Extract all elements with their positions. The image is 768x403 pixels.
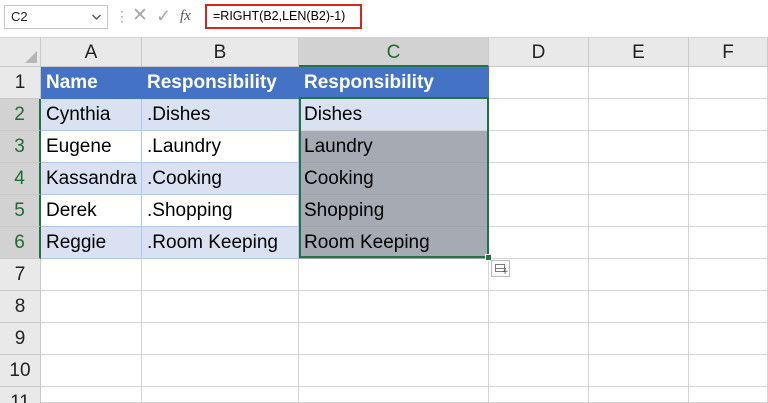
quick-analysis-button[interactable]: + xyxy=(491,260,510,278)
column-header-d[interactable]: D xyxy=(489,38,589,67)
name-box-value: C2 xyxy=(11,9,28,24)
cell-f5[interactable] xyxy=(689,195,768,227)
row-header-11[interactable]: 11 xyxy=(0,387,41,403)
cell-a1[interactable]: Name xyxy=(41,67,142,99)
row-header-1[interactable]: 1 xyxy=(0,67,41,99)
cell-d2[interactable] xyxy=(489,99,589,131)
cell-a2[interactable]: Cynthia xyxy=(41,99,142,131)
cell-c1[interactable]: Responsibility xyxy=(299,67,489,99)
cell-f11[interactable] xyxy=(689,387,768,403)
enter-icon[interactable]: ✓ xyxy=(156,5,171,27)
cell-b7[interactable] xyxy=(142,259,299,291)
cell-a6[interactable]: Reggie xyxy=(41,227,142,259)
cell-f7[interactable] xyxy=(689,259,768,291)
cell-d11[interactable] xyxy=(489,387,589,403)
name-box[interactable]: C2 xyxy=(4,5,108,29)
column-header-c[interactable]: C xyxy=(299,38,489,67)
column-header-b[interactable]: B xyxy=(142,38,299,67)
cell-f9[interactable] xyxy=(689,323,768,355)
cell-d3[interactable] xyxy=(489,131,589,163)
column-header-f[interactable]: F xyxy=(689,38,768,67)
row-header-8[interactable]: 8 xyxy=(0,291,41,323)
cell-b6[interactable]: .Room Keeping xyxy=(142,227,299,259)
cell-a11[interactable] xyxy=(41,387,142,403)
formula-input[interactable]: =RIGHT(B2,LEN(B2)-1) xyxy=(205,4,362,29)
cell-c9[interactable] xyxy=(299,323,489,355)
cell-d8[interactable] xyxy=(489,291,589,323)
cell-a10[interactable] xyxy=(41,355,142,387)
cell-e6[interactable] xyxy=(589,227,689,259)
select-all-icon xyxy=(25,51,37,63)
cell-f2[interactable] xyxy=(689,99,768,131)
cell-b9[interactable] xyxy=(142,323,299,355)
column-header-e[interactable]: E xyxy=(589,38,689,67)
cell-d4[interactable] xyxy=(489,163,589,195)
cell-e7[interactable] xyxy=(589,259,689,291)
cell-e9[interactable] xyxy=(589,323,689,355)
cell-e2[interactable] xyxy=(589,99,689,131)
row-header-10[interactable]: 10 xyxy=(0,355,41,387)
row-header-9[interactable]: 9 xyxy=(0,323,41,355)
cell-a5[interactable]: Derek xyxy=(41,195,142,227)
cell-a7[interactable] xyxy=(41,259,142,291)
cell-b3[interactable]: .Laundry xyxy=(142,131,299,163)
row-header-3[interactable]: 3 xyxy=(0,131,41,163)
cell-c7[interactable] xyxy=(299,259,489,291)
cell-f3[interactable] xyxy=(689,131,768,163)
cell-e3[interactable] xyxy=(589,131,689,163)
cell-c5[interactable]: Shopping xyxy=(299,195,489,227)
cell-b1[interactable]: Responsibility xyxy=(142,67,299,99)
cell-f4[interactable] xyxy=(689,163,768,195)
cell-f10[interactable] xyxy=(689,355,768,387)
insert-function-icon[interactable]: fx xyxy=(180,5,191,27)
cell-a4[interactable]: Kassandra xyxy=(41,163,142,195)
plus-icon: + xyxy=(502,267,508,278)
chevron-down-icon[interactable] xyxy=(91,6,102,36)
more-options-icon[interactable]: ⋮ xyxy=(115,8,129,24)
select-all-button[interactable] xyxy=(0,38,41,67)
row-header-2[interactable]: 2 xyxy=(0,99,41,131)
row-header-7[interactable]: 7 xyxy=(0,259,41,291)
cell-e8[interactable] xyxy=(589,291,689,323)
cell-a3[interactable]: Eugene xyxy=(41,131,142,163)
cell-e4[interactable] xyxy=(589,163,689,195)
cell-a9[interactable] xyxy=(41,323,142,355)
cell-b2[interactable]: .Dishes xyxy=(142,99,299,131)
cell-b4[interactable]: .Cooking xyxy=(142,163,299,195)
cell-d10[interactable] xyxy=(489,355,589,387)
cell-e1[interactable] xyxy=(589,67,689,99)
cell-f1[interactable] xyxy=(689,67,768,99)
cell-e10[interactable] xyxy=(589,355,689,387)
cell-b10[interactable] xyxy=(142,355,299,387)
cell-b8[interactable] xyxy=(142,291,299,323)
cell-d1[interactable] xyxy=(489,67,589,99)
cell-c10[interactable] xyxy=(299,355,489,387)
cell-f6[interactable] xyxy=(689,227,768,259)
row-header-4[interactable]: 4 xyxy=(0,163,41,195)
cell-c8[interactable] xyxy=(299,291,489,323)
cell-d9[interactable] xyxy=(489,323,589,355)
cell-b5[interactable]: .Shopping xyxy=(142,195,299,227)
cell-c6[interactable]: Room Keeping xyxy=(299,227,489,259)
column-header-a[interactable]: A xyxy=(41,38,142,67)
row-header-5[interactable]: 5 xyxy=(0,195,41,227)
cell-c11[interactable] xyxy=(299,387,489,403)
cancel-icon[interactable]: ✕ xyxy=(132,5,148,27)
cell-c2[interactable]: Dishes xyxy=(299,99,489,131)
cell-c3[interactable]: Laundry xyxy=(299,131,489,163)
cell-e5[interactable] xyxy=(589,195,689,227)
cell-d6[interactable] xyxy=(489,227,589,259)
cell-c4[interactable]: Cooking xyxy=(299,163,489,195)
cell-d5[interactable] xyxy=(489,195,589,227)
row-header-6[interactable]: 6 xyxy=(0,227,41,259)
cell-a8[interactable] xyxy=(41,291,142,323)
cell-e11[interactable] xyxy=(589,387,689,403)
cell-b11[interactable] xyxy=(142,387,299,403)
formula-bar: C2 ⋮ ✕ ✓ fx =RIGHT(B2,LEN(B2)-1) xyxy=(0,0,768,37)
cell-f8[interactable] xyxy=(689,291,768,323)
